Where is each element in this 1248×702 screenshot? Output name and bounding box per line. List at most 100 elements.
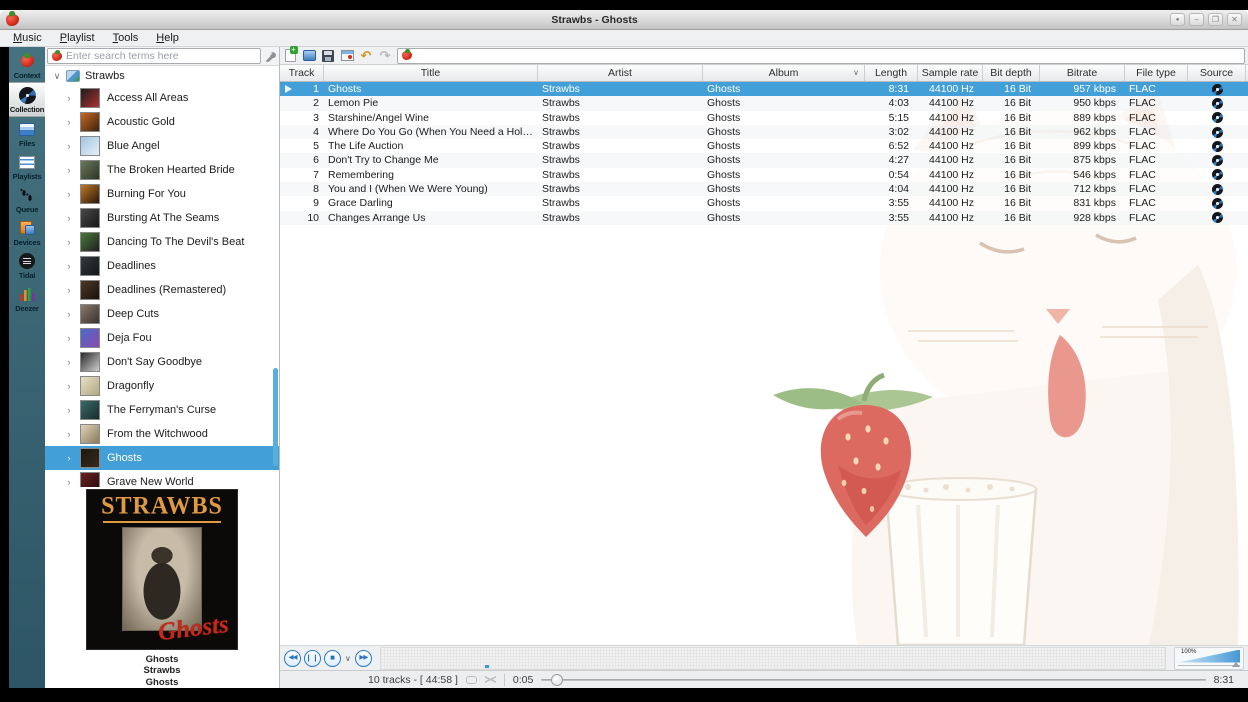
maximize-button[interactable]: ❐	[1208, 13, 1223, 26]
album-tree-item[interactable]: › The Ferryman's Curse	[45, 398, 279, 422]
playlist-manager-button[interactable]	[340, 49, 354, 63]
column-header-title[interactable]: Title	[324, 65, 538, 81]
wrench-icon[interactable]	[264, 50, 277, 63]
playlist-search-box[interactable]	[397, 48, 1245, 64]
chevron-right-icon[interactable]: ›	[65, 429, 73, 439]
album-tree-item[interactable]: › Deep Cuts	[45, 302, 279, 326]
album-tree-item[interactable]: › Dancing To The Devil's Beat	[45, 230, 279, 254]
menu-item-help[interactable]: Help	[147, 31, 188, 45]
sidebar-item-context[interactable]: Context	[9, 49, 45, 82]
track-row[interactable]: 1 Ghosts Strawbs Ghosts 8:31 44100 Hz 16…	[280, 82, 1248, 96]
chevron-right-icon[interactable]: ›	[65, 93, 73, 103]
album-tree-item[interactable]: › Bursting At The Seams	[45, 206, 279, 230]
save-playlist-button[interactable]	[321, 49, 335, 63]
previous-button[interactable]: ◀◀	[284, 650, 301, 667]
chevron-right-icon[interactable]: ›	[65, 381, 73, 391]
sidebar-item-devices[interactable]: Devices	[9, 216, 45, 249]
next-button[interactable]: ▶▶	[355, 650, 372, 667]
chevron-right-icon[interactable]: ›	[65, 141, 73, 151]
album-tree-item[interactable]: › From the Witchwood	[45, 422, 279, 446]
chevron-right-icon[interactable]: ›	[65, 405, 73, 415]
chevron-right-icon[interactable]: ›	[65, 453, 73, 463]
tree-root-artist[interactable]: ∨ Strawbs	[45, 66, 279, 86]
track-row[interactable]: 5 The Life Auction Strawbs Ghosts 6:52 4…	[280, 139, 1248, 153]
spectrum-analyzer[interactable]	[380, 647, 1166, 670]
chevron-down-icon[interactable]: ∨	[53, 71, 61, 82]
collection-search-input[interactable]	[66, 50, 256, 62]
tree-scrollbar-thumb[interactable]	[273, 368, 278, 466]
album-cover-art[interactable]: STRAWBS Ghosts	[86, 489, 238, 650]
album-art-thumbnail	[80, 352, 100, 372]
chevron-right-icon[interactable]: ›	[65, 165, 73, 175]
chevron-right-icon[interactable]: ›	[65, 333, 73, 343]
menu-item-playlist[interactable]: Playlist	[51, 31, 104, 45]
menu-item-tools[interactable]: Tools	[104, 31, 148, 45]
redo-button[interactable]: ↷	[378, 49, 392, 63]
stop-button[interactable]: ■	[324, 650, 341, 667]
chevron-right-icon[interactable]: ›	[65, 237, 73, 247]
track-row[interactable]: 4 Where Do You Go (When You Need a Hole …	[280, 125, 1248, 139]
pause-button[interactable]: ❙❙	[304, 650, 321, 667]
chevron-right-icon[interactable]: ›	[65, 477, 73, 487]
track-row[interactable]: 6 Don't Try to Change Me Strawbs Ghosts …	[280, 153, 1248, 167]
album-tree-item[interactable]: › Access All Areas	[45, 86, 279, 110]
seek-handle[interactable]	[551, 674, 563, 686]
chevron-right-icon[interactable]: ›	[65, 357, 73, 367]
column-header-bit-depth[interactable]: Bit depth	[983, 65, 1040, 81]
column-header-length[interactable]: Length	[865, 65, 918, 81]
album-tree-item[interactable]: › Grave New World	[45, 470, 279, 487]
column-header-bitrate[interactable]: Bitrate	[1040, 65, 1125, 81]
column-header-track[interactable]: Track	[280, 65, 324, 81]
minimize-button[interactable]: –	[1189, 13, 1204, 26]
shuffle-icon[interactable]	[485, 675, 496, 684]
album-tree-item[interactable]: › Dragonfly	[45, 374, 279, 398]
repeat-icon[interactable]	[466, 676, 477, 684]
column-header-file-type[interactable]: File type	[1125, 65, 1188, 81]
album-tree-item[interactable]: › Deadlines (Remastered)	[45, 278, 279, 302]
track-row[interactable]: 2 Lemon Pie Strawbs Ghosts 4:03 44100 Hz…	[280, 96, 1248, 110]
sidebar-item-tidal[interactable]: Tidal	[9, 249, 45, 282]
sidebar-item-files[interactable]: Files	[9, 117, 45, 150]
track-row[interactable]: 9 Grace Darling Strawbs Ghosts 3:55 4410…	[280, 196, 1248, 210]
column-header-album[interactable]: Album ∨	[703, 65, 865, 81]
column-header-sample-rate[interactable]: Sample rate	[918, 65, 983, 81]
undo-button[interactable]: ↶	[359, 49, 373, 63]
seek-slider[interactable]	[541, 674, 1205, 686]
album-tree-item[interactable]: › Ghosts	[45, 446, 279, 470]
chevron-right-icon[interactable]: ›	[65, 213, 73, 223]
sidebar-item-playlists[interactable]: Playlists	[9, 150, 45, 183]
track-row[interactable]: 8 You and I (When We Were Young) Strawbs…	[280, 182, 1248, 196]
column-header-artist[interactable]: Artist	[538, 65, 703, 81]
album-tree-item[interactable]: › Deja Fou	[45, 326, 279, 350]
chevron-right-icon[interactable]: ›	[65, 117, 73, 127]
track-row[interactable]: 10 Changes Arrange Us Strawbs Ghosts 3:5…	[280, 211, 1248, 225]
album-tree-item[interactable]: › Don't Say Goodbye	[45, 350, 279, 374]
column-header-source[interactable]: Source	[1188, 65, 1246, 81]
album-tree-item[interactable]: › Blue Angel	[45, 134, 279, 158]
collection-tree[interactable]: ∨ Strawbs › Access All Areas › Acoustic …	[45, 65, 279, 487]
collection-search-box[interactable]	[47, 48, 261, 64]
sidebar-item-collection[interactable]: Collection	[9, 82, 45, 117]
save-playlist-icon	[322, 50, 334, 62]
track-row[interactable]: 3 Starshine/Angel Wine Strawbs Ghosts 5:…	[280, 111, 1248, 125]
album-tree-item[interactable]: › Burning For You	[45, 182, 279, 206]
track-row[interactable]: 7 Remembering Strawbs Ghosts 0:54 44100 …	[280, 168, 1248, 182]
playlist-search-input[interactable]	[416, 50, 1240, 62]
sidebar-item-deezer[interactable]: Deezer	[9, 282, 45, 315]
new-playlist-button[interactable]	[283, 49, 297, 63]
chevron-right-icon[interactable]: ›	[65, 309, 73, 319]
menu-item-music[interactable]: Music	[4, 31, 51, 45]
close-button[interactable]: ✕	[1227, 13, 1242, 26]
album-tree-item[interactable]: › Deadlines	[45, 254, 279, 278]
titlebar[interactable]: Strawbs - Ghosts ● – ❐ ✕	[0, 10, 1248, 30]
album-tree-item[interactable]: › Acoustic Gold	[45, 110, 279, 134]
stop-menu-chevron-icon[interactable]: ∨	[345, 654, 351, 663]
sidebar-item-queue[interactable]: Queue	[9, 183, 45, 216]
chevron-right-icon[interactable]: ›	[65, 285, 73, 295]
shade-button[interactable]: ●	[1170, 13, 1185, 26]
album-tree-item[interactable]: › The Broken Hearted Bride	[45, 158, 279, 182]
volume-slider[interactable]: 100%	[1174, 647, 1244, 670]
chevron-right-icon[interactable]: ›	[65, 261, 73, 271]
chevron-right-icon[interactable]: ›	[65, 189, 73, 199]
open-playlist-button[interactable]	[302, 49, 316, 63]
